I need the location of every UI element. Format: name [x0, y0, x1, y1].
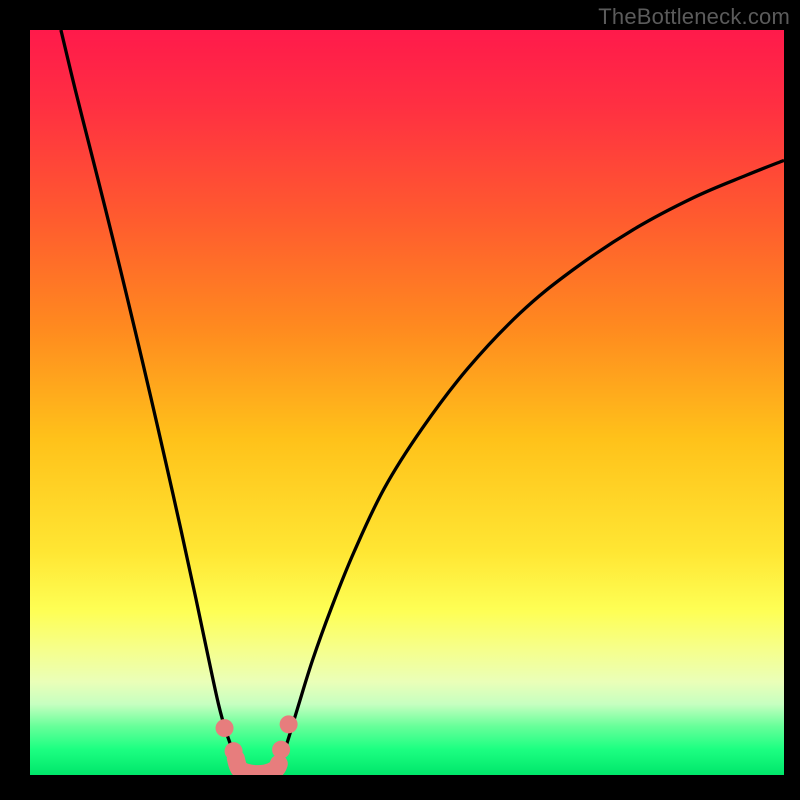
- plot-background: [30, 30, 784, 775]
- marker-markers-left-dots: [216, 719, 234, 737]
- plot-svg: [30, 30, 784, 775]
- chart-frame: TheBottleneck.com: [0, 0, 800, 800]
- watermark-text: TheBottleneck.com: [598, 4, 790, 30]
- marker-markers-right-dots: [280, 715, 298, 733]
- plot-area: [30, 30, 784, 775]
